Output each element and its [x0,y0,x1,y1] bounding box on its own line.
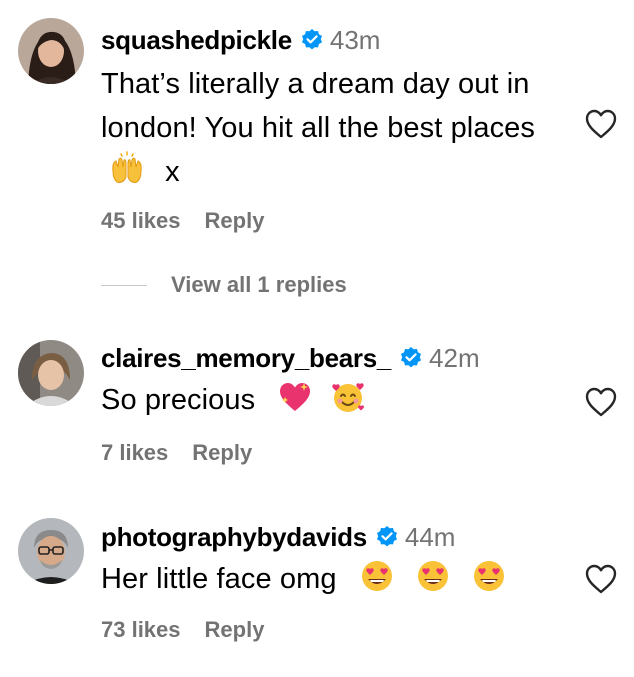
heart-outline-icon[interactable] [584,563,618,595]
verified-badge-icon [300,28,324,52]
heart-eyes-emoji [359,558,395,594]
reply-button[interactable]: Reply [192,440,252,466]
timestamp: 43m [329,24,381,55]
heart-eyes-emoji [471,558,507,594]
comment-text-suffix: x [165,156,180,188]
avatar-squashedpickle[interactable] [18,18,84,84]
heart-outline-icon[interactable] [584,108,618,140]
username[interactable]: squashedpickle [101,25,292,56]
reply-button[interactable]: Reply [205,208,265,234]
verified-badge-icon [399,346,423,370]
view-replies-label: View all 1 replies [171,272,347,297]
reply-divider [101,284,147,286]
comment-text-body: Her little face omg [101,563,337,595]
verified-badge-icon [375,525,399,549]
comment-text-body: That’s literally a dream day out in lond… [101,68,535,144]
comment-text: That’s literally a dream day out in lond… [101,62,574,194]
view-replies-button[interactable]: View all 1 replies [101,272,347,298]
timestamp: 44m [404,521,456,552]
smiling-face-with-hearts-emoji [330,379,366,415]
username[interactable]: photographybydavids [101,522,367,553]
raising-hands-emoji [109,151,145,187]
comment-text-body: So precious [101,384,256,416]
reply-button[interactable]: Reply [205,617,265,643]
sparkling-heart-emoji [277,379,313,415]
comment-text: Her little face omg [101,557,574,601]
likes-count[interactable]: 45 likes [101,208,181,234]
heart-eyes-emoji [415,558,451,594]
comment-text: So precious [101,378,574,422]
timestamp: 42m [429,342,480,373]
avatar-photographybydavids[interactable] [18,518,84,584]
likes-count[interactable]: 7 likes [101,440,168,466]
avatar-claires-memory-bears[interactable] [18,340,84,406]
likes-count[interactable]: 73 likes [101,617,181,643]
username[interactable]: claires_memory_bears_ [101,343,391,374]
heart-outline-icon[interactable] [584,386,618,418]
